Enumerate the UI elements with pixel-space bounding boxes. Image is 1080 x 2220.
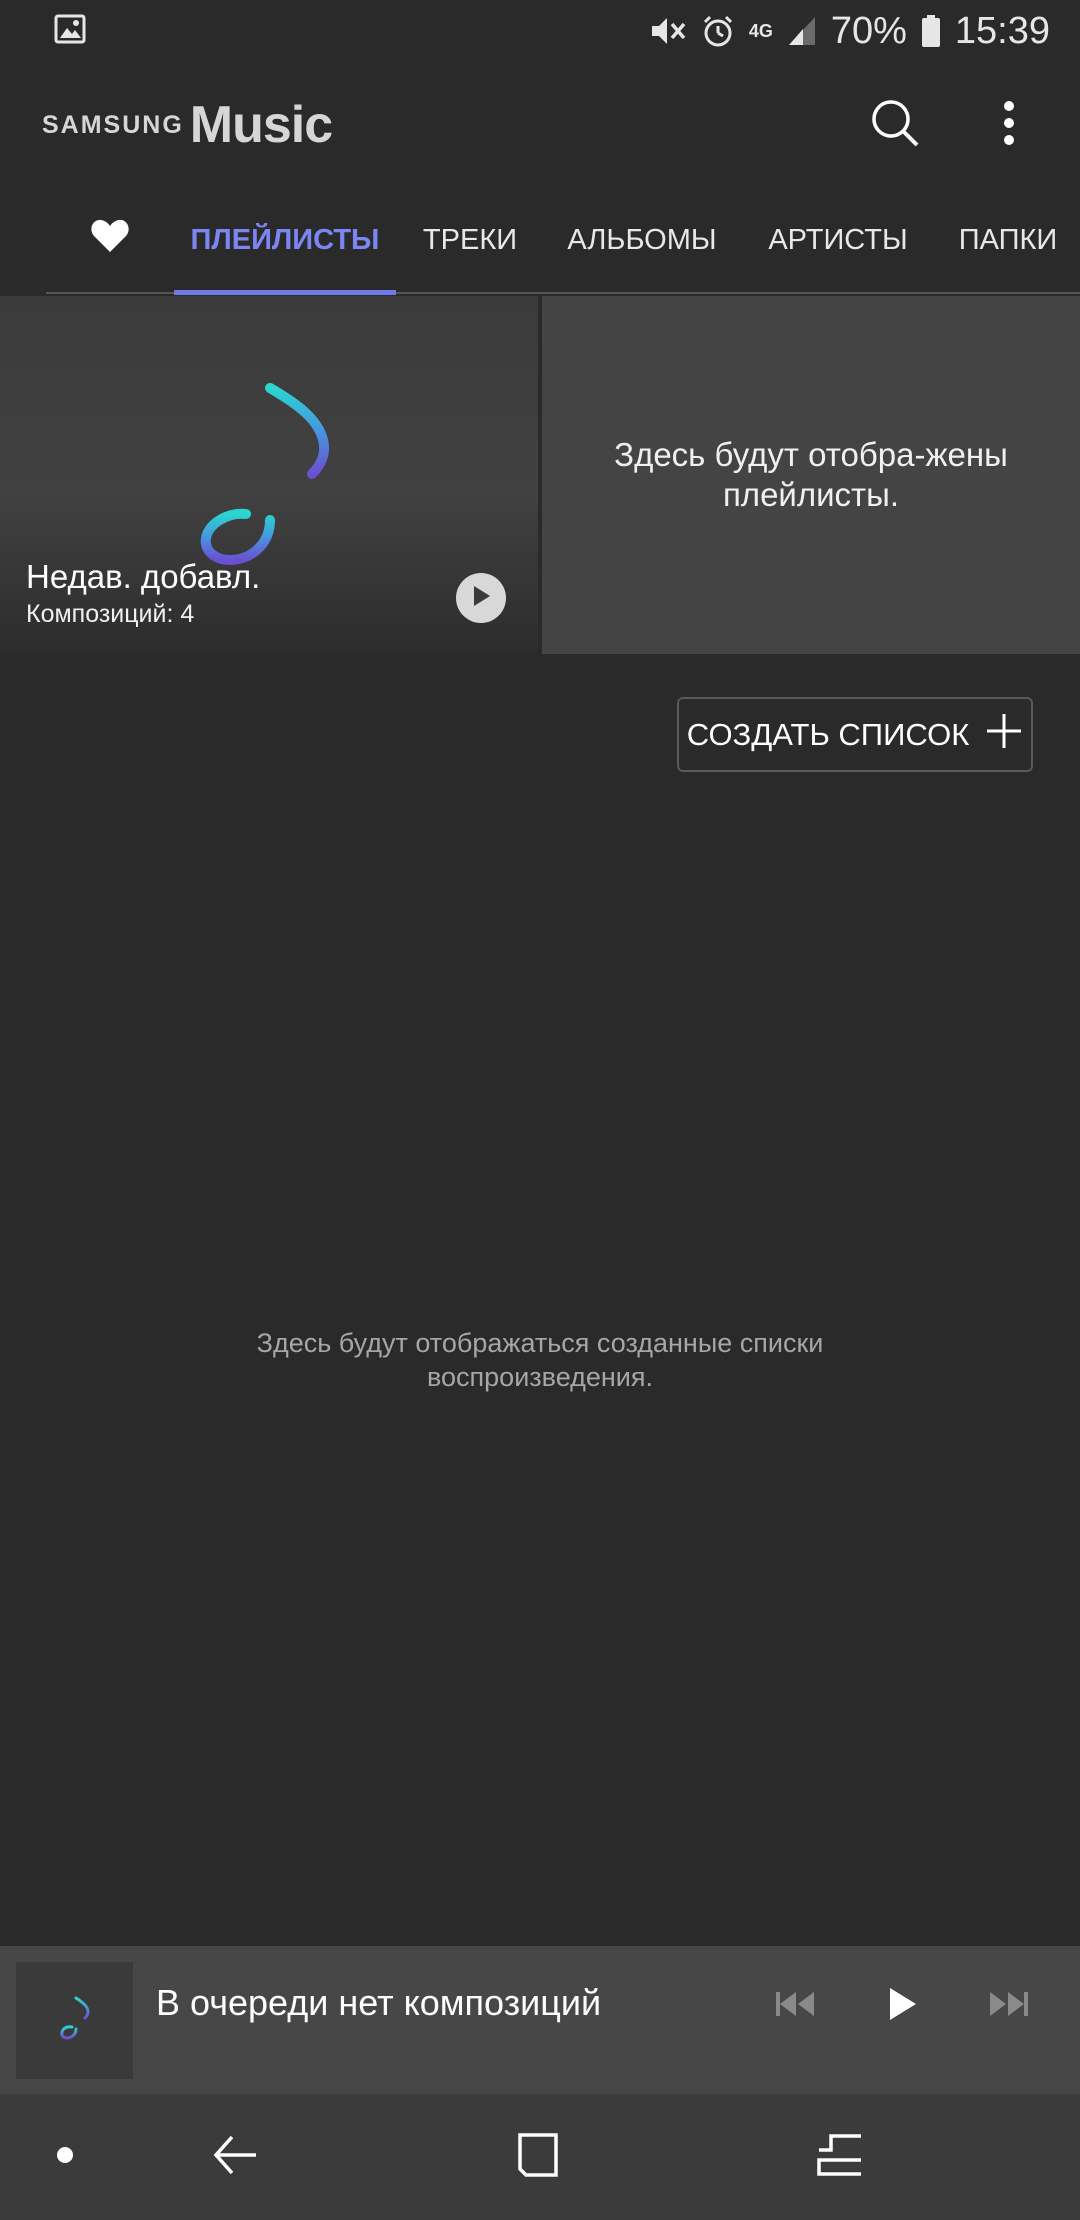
- tab-playlists[interactable]: ПЛЕЙЛИСТЫ: [174, 187, 396, 295]
- status-bar: 4G 70% 15:39: [0, 0, 1080, 62]
- app-logo: SAMSUNG Music: [42, 95, 866, 155]
- category-tabs: ПЛЕЙЛИСТЫ ТРЕКИ АЛЬБОМЫ АРТИСТЫ ПАПКИ: [46, 187, 1080, 295]
- gallery-notification-icon: [54, 14, 86, 49]
- more-options-button[interactable]: [980, 96, 1038, 154]
- recently-added-play-button[interactable]: [456, 573, 506, 623]
- mute-icon: [649, 14, 687, 48]
- tab-artists[interactable]: АРТИСТЫ: [740, 187, 936, 293]
- empty-playlist-text: Здесь будут отобра-жены плейлисты.: [614, 436, 1008, 513]
- recently-added-title: Недав. добавл.: [26, 558, 261, 595]
- tab-albums[interactable]: АЛЬБОМЫ: [544, 187, 740, 293]
- plus-icon: [985, 712, 1023, 758]
- previous-button[interactable]: [774, 1989, 816, 2024]
- search-button[interactable]: [866, 96, 924, 154]
- app-bar: SAMSUNG Music: [0, 62, 1080, 188]
- network-type-label: 4G: [748, 20, 773, 41]
- tab-tracks[interactable]: ТРЕКИ: [396, 187, 544, 293]
- nav-home-button[interactable]: [500, 2094, 576, 2220]
- recently-added-count: Композиций: 4: [26, 600, 195, 628]
- nav-recents-button[interactable]: [800, 2094, 880, 2220]
- recents-icon: [817, 2132, 863, 2183]
- next-button[interactable]: [988, 1989, 1030, 2024]
- search-icon: [870, 98, 920, 153]
- nav-dot-button[interactable]: [40, 2094, 90, 2220]
- empty-playlist-card: Здесь будут отобра-жены плейлисты.: [542, 296, 1080, 654]
- battery-percent: 70%: [830, 9, 907, 52]
- recently-added-card[interactable]: Недав. добавл. Композиций: 4: [0, 296, 538, 654]
- heart-icon: [90, 218, 130, 262]
- clock: 15:39: [954, 9, 1050, 52]
- play-icon: [470, 584, 492, 613]
- create-playlist-label: СОЗДАТЬ СПИСОК: [686, 716, 970, 752]
- play-button[interactable]: [886, 1986, 918, 2027]
- mini-player-album-art: [16, 1962, 133, 2079]
- signal-icon: [787, 15, 817, 47]
- mini-player[interactable]: В очереди нет композиций: [0, 1946, 1080, 2094]
- tab-folders[interactable]: ПАПКИ: [936, 187, 1080, 293]
- brand-music: Music: [189, 96, 333, 154]
- home-icon: [516, 2132, 560, 2183]
- more-vert-icon: [1002, 100, 1016, 151]
- nav-back-button[interactable]: [200, 2094, 270, 2220]
- brand-samsung: SAMSUNG: [42, 110, 184, 139]
- mini-player-title: В очереди нет композиций: [156, 1982, 602, 2023]
- dot-icon: [56, 2146, 74, 2169]
- music-note-icon: [194, 380, 344, 575]
- playlist-cards: Недав. добавл. Композиций: 4 Здесь будут…: [0, 296, 1080, 654]
- back-icon: [212, 2133, 258, 2182]
- system-navigation-bar: [0, 2094, 1080, 2220]
- battery-icon: [921, 14, 941, 48]
- create-playlist-button[interactable]: СОЗДАТЬ СПИСОК: [677, 697, 1033, 772]
- empty-state-message: Здесь будут отображаться созданные списк…: [256, 1328, 824, 1392]
- alarm-icon: [701, 14, 735, 48]
- music-note-icon: [57, 1995, 93, 2046]
- tab-favorites[interactable]: [46, 187, 174, 293]
